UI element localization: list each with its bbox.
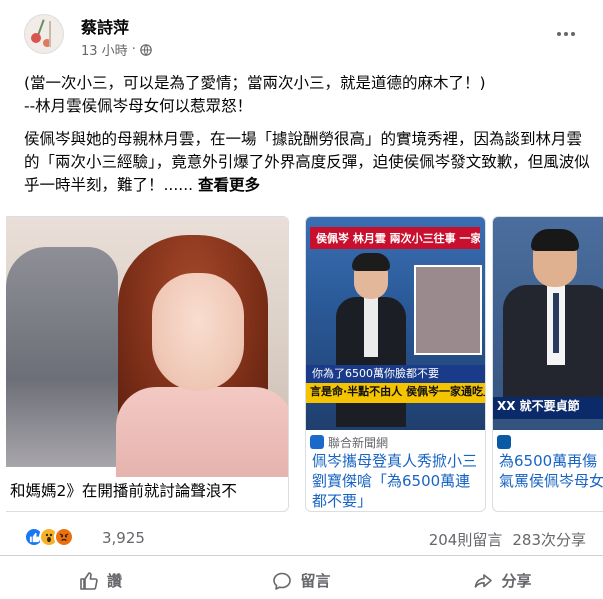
share-count[interactable]: 283次分享 — [512, 529, 586, 550]
comment-count[interactable]: 204則留言 — [429, 529, 503, 550]
card-caption[interactable]: 和媽媽2》在開播前就討論聲浪不 — [6, 481, 288, 502]
dot-icon — [571, 32, 575, 36]
reactions-bar: 3,925 204則留言 283次分享 — [0, 520, 603, 556]
media-carousel: 和媽媽2》在開播前就討論聲浪不 侯佩岑 林月雲 兩次小三往事 一家通吃上真人秀 … — [0, 216, 603, 516]
tv-banner: 侯佩岑 林月雲 兩次小三往事 一家通吃上真人秀 — [310, 227, 480, 249]
see-more-link[interactable]: 查看更多 — [198, 176, 260, 194]
like-label: 讚 — [106, 572, 122, 590]
dot-icon — [557, 32, 561, 36]
dot-icon — [564, 32, 568, 36]
reaction-icons[interactable] — [24, 527, 74, 547]
post-header: 蔡詩萍 13 小時 · — [0, 0, 603, 70]
card-source: 聯合新聞網 — [306, 431, 388, 453]
card-source — [493, 431, 511, 453]
share-button[interactable]: 分享 — [402, 562, 603, 599]
tv-subtitle: 你為了6500萬你臉都不要 — [306, 365, 485, 383]
media-card[interactable]: XX 就不要貞節 為6500萬再傷氣罵侯佩岑母女 — [492, 216, 603, 512]
post-paragraph: (當一次小三，可以是為了愛情；當兩次小三，就是道德的麻木了！) --林月雲侯佩岑… — [24, 74, 486, 115]
reaction-count[interactable]: 3,925 — [102, 529, 145, 547]
like-button[interactable]: 讚 — [0, 562, 201, 599]
media-card[interactable]: 侯佩岑 林月雲 兩次小三往事 一家通吃上真人秀 你為了6500萬你臉都不要 言是… — [305, 216, 486, 512]
author-avatar[interactable] — [24, 14, 64, 54]
post-meta: 13 小時 · — [81, 40, 152, 59]
angry-icon — [54, 527, 74, 547]
card-photo: XX 就不要貞節 — [493, 217, 603, 430]
post-paragraph: 侯佩岑與她的母親林月雲，在一場「據說酬勞很高」的實境秀裡，因為談到林月雲的「兩次… — [24, 130, 590, 194]
source-logo-icon — [310, 435, 324, 449]
card-photo — [6, 217, 288, 477]
globe-icon — [140, 43, 152, 56]
post-body: (當一次小三，可以是為了愛情；當兩次小三，就是道德的麻木了！) --林月雲侯佩岑… — [24, 72, 594, 207]
media-card[interactable]: 和媽媽2》在開播前就討論聲浪不 — [6, 216, 289, 512]
more-options-button[interactable] — [548, 22, 584, 46]
author-name[interactable]: 蔡詩萍 — [81, 14, 129, 38]
share-label: 分享 — [501, 572, 532, 590]
comment-icon — [273, 572, 292, 590]
comment-label: 留言 — [300, 572, 331, 590]
share-icon — [475, 573, 493, 588]
thumbs-up-icon — [80, 571, 98, 590]
post-actions: 讚 留言 分享 — [0, 562, 603, 599]
tv-subtitle: 言是命·半點不由人 侯佩岑一家通吃上真人秀掙大把 — [306, 383, 485, 403]
card-photo: 侯佩岑 林月雲 兩次小三往事 一家通吃上真人秀 你為了6500萬你臉都不要 言是… — [306, 217, 485, 430]
engagement-stats: 204則留言 283次分享 — [429, 529, 586, 550]
tv-subtitle: XX 就不要貞節 — [493, 397, 603, 419]
comment-button[interactable]: 留言 — [201, 562, 402, 599]
card-caption[interactable]: 佩岑攜母登真人秀掀小三劉寶傑嗆「為6500萬連都不要」 — [306, 451, 485, 511]
source-logo-icon — [497, 435, 511, 449]
card-caption[interactable]: 為6500萬再傷氣罵侯佩岑母女 — [493, 451, 603, 491]
post-time[interactable]: 13 小時 — [81, 40, 128, 59]
